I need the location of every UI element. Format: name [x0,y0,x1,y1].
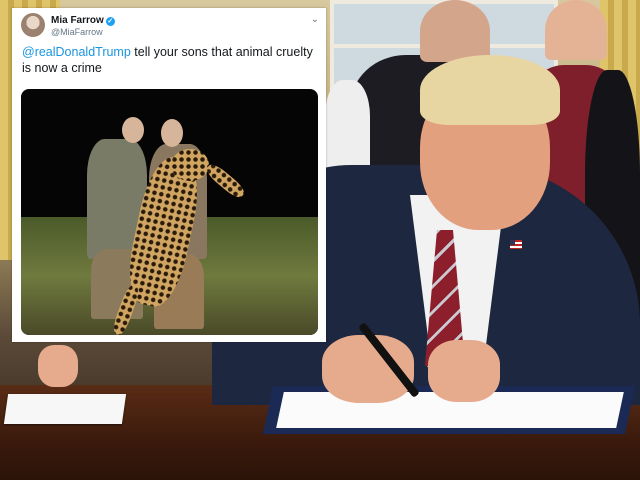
chevron-down-icon[interactable]: ⌄ [311,14,319,25]
author-handle[interactable]: @MiaFarrow [51,27,103,37]
tweet-card[interactable]: Mia Farrow ✓ @MiaFarrow ⌄ @realDonaldTrum… [12,8,326,342]
verified-badge-icon: ✓ [105,17,115,26]
background-woman-head [545,0,607,60]
author-name-text[interactable]: Mia Farrow [51,15,104,26]
photo-composite: Mia Farrow ✓ @MiaFarrow ⌄ @realDonaldTrum… [0,0,640,480]
background-woman-left [325,80,370,170]
man-hair [420,55,560,125]
tweet-media[interactable] [21,89,318,335]
flag-pin-icon [510,240,522,249]
background-person-head [420,0,490,62]
document-left [3,394,127,424]
hunter-left-head [122,117,144,143]
author-name[interactable]: Mia Farrow ✓ [51,15,115,26]
hand-left-edge [38,345,78,387]
mention-link[interactable]: @realDonaldTrump [22,45,131,59]
leopard-paw [203,161,248,201]
hunter-right-head [161,119,183,147]
leopard-head [171,149,209,181]
hand-resting [428,340,500,402]
avatar[interactable] [21,13,45,37]
tweet-text: @realDonaldTrump tell your sons that ani… [22,44,322,76]
